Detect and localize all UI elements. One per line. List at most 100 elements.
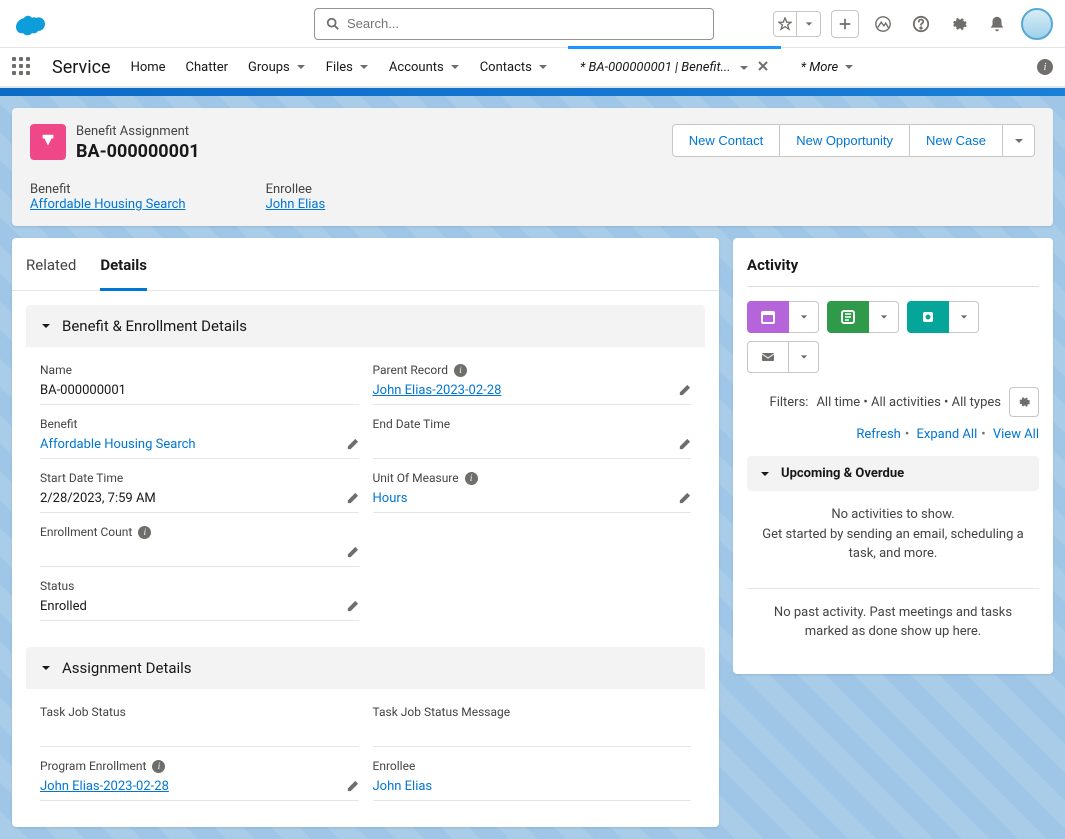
program-enrollment-link[interactable]: John Elias-2023-02-28 — [40, 779, 169, 794]
chevron-down-icon — [759, 468, 771, 480]
edit-pencil-icon[interactable] — [346, 780, 359, 797]
edit-pencil-icon[interactable] — [346, 492, 359, 509]
field-label: Benefit — [30, 182, 186, 197]
email-dropdown[interactable] — [789, 341, 819, 373]
activity-filters: Filters: All time • All activities • All… — [747, 387, 1039, 417]
call-dropdown[interactable] — [949, 301, 979, 333]
refresh-link[interactable]: Refresh — [856, 427, 900, 442]
nav-files[interactable]: Files — [326, 47, 369, 87]
object-label: Benefit Assignment — [76, 124, 200, 139]
expand-all-link[interactable]: Expand All — [916, 427, 977, 442]
favorites-dropdown[interactable] — [797, 11, 821, 37]
user-avatar[interactable] — [1021, 8, 1053, 40]
add-button[interactable] — [831, 10, 859, 38]
global-search — [314, 8, 714, 40]
chevron-down-icon[interactable] — [739, 63, 749, 73]
view-all-link[interactable]: View All — [993, 427, 1039, 442]
field-enrollment-count: Enrollment Counti — [40, 519, 359, 573]
chevron-down-icon — [450, 62, 460, 72]
nav-contacts[interactable]: Contacts — [480, 47, 548, 87]
nav-chatter[interactable]: Chatter — [186, 47, 229, 87]
section-header[interactable]: Assignment Details — [26, 647, 705, 689]
more-actions-dropdown[interactable] — [1003, 124, 1035, 157]
field-end-date: End Date Time — [373, 411, 692, 465]
nav-home[interactable]: Home — [131, 47, 166, 87]
edit-pencil-icon[interactable] — [346, 546, 359, 563]
header-field-benefit: Benefit Affordable Housing Search — [30, 182, 186, 212]
section-header[interactable]: Benefit & Enrollment Details — [26, 305, 705, 347]
field-name: Name BA-000000001 — [40, 357, 359, 411]
field-label: Enrollee — [266, 182, 326, 197]
field-start-date: Start Date Time 2/28/2023, 7:59 AM — [40, 465, 359, 519]
tab-related[interactable]: Related — [26, 256, 76, 290]
new-event-button[interactable] — [747, 301, 789, 333]
chevron-down-icon — [359, 62, 369, 72]
event-dropdown[interactable] — [789, 301, 819, 333]
benefit-link[interactable]: Affordable Housing Search — [40, 431, 359, 459]
activity-links: Refresh• Expand All• View All — [747, 427, 1039, 442]
section-benefit-enrollment: Benefit & Enrollment Details Name BA-000… — [26, 305, 705, 633]
field-program-enrollment: Program Enrollmenti John Elias-2023-02-2… — [40, 753, 359, 807]
section-assignment-details: Assignment Details Task Job Status Task … — [26, 647, 705, 813]
enrollee-link[interactable]: John Elias — [373, 773, 692, 801]
email-button[interactable] — [747, 341, 789, 373]
task-dropdown[interactable] — [869, 301, 899, 333]
new-case-button[interactable]: New Case — [910, 124, 1003, 157]
record-header: Benefit Assignment BA-000000001 New Cont… — [12, 108, 1053, 226]
app-name: Service — [52, 57, 111, 78]
enrollee-link[interactable]: John Elias — [266, 197, 326, 212]
field-enrollee: Enrollee John Elias — [373, 753, 692, 807]
record-tabs: Related Details — [12, 238, 719, 291]
header-actions: New Contact New Opportunity New Case — [672, 124, 1035, 157]
chevron-down-icon — [40, 662, 52, 674]
info-icon[interactable]: i — [152, 760, 165, 773]
no-activities-message: No activities to show. Get started by se… — [747, 491, 1039, 578]
log-call-button[interactable] — [907, 301, 949, 333]
chevron-down-icon — [40, 320, 52, 332]
setup-gear-icon[interactable] — [945, 10, 973, 38]
field-unit-of-measure: Unit Of Measurei Hours — [373, 465, 692, 519]
nav-accounts[interactable]: Accounts — [389, 47, 460, 87]
edit-pencil-icon[interactable] — [678, 384, 691, 401]
global-header — [0, 0, 1065, 48]
edit-pencil-icon[interactable] — [346, 600, 359, 617]
chevron-down-icon — [844, 62, 854, 72]
nav-groups[interactable]: Groups — [248, 47, 306, 87]
header-field-enrollee: Enrollee John Elias — [266, 182, 326, 212]
new-contact-button[interactable]: New Contact — [672, 124, 780, 157]
field-status: Status Enrolled — [40, 573, 359, 627]
upcoming-overdue-header[interactable]: Upcoming & Overdue — [747, 456, 1039, 491]
nav-more[interactable]: * More — [801, 60, 855, 75]
new-task-button[interactable] — [827, 301, 869, 333]
edit-pencil-icon[interactable] — [678, 492, 691, 509]
uom-link[interactable]: Hours — [373, 485, 692, 513]
favorites-group — [773, 11, 821, 37]
activity-title: Activity — [747, 256, 1039, 287]
app-nav: Service Home Chatter Groups Files Accoun… — [0, 48, 1065, 88]
app-launcher-icon[interactable] — [12, 57, 32, 77]
filter-settings-icon[interactable] — [1009, 387, 1039, 417]
trailhead-icon[interactable] — [869, 10, 897, 38]
chevron-down-icon — [538, 62, 548, 72]
close-tab-icon[interactable] — [757, 60, 769, 76]
favorite-button[interactable] — [773, 11, 797, 37]
info-icon[interactable]: i — [138, 526, 151, 539]
activity-composer — [747, 301, 1039, 373]
new-opportunity-button[interactable]: New Opportunity — [780, 124, 910, 157]
parent-record-link[interactable]: John Elias-2023-02-28 — [373, 383, 502, 398]
edit-pencil-icon[interactable] — [346, 438, 359, 455]
search-input[interactable] — [314, 8, 714, 40]
info-icon[interactable]: i — [1037, 59, 1053, 75]
activity-panel: Activity Fi — [733, 238, 1053, 674]
edit-pencil-icon[interactable] — [678, 438, 691, 455]
details-panel: Related Details Benefit & Enrollment Det… — [12, 238, 719, 827]
field-parent-record: Parent Recordi John Elias-2023-02-28 — [373, 357, 692, 411]
workspace-tab-active[interactable]: * BA-000000001 | Benefit... — [568, 46, 781, 86]
benefit-link[interactable]: Affordable Housing Search — [30, 197, 186, 212]
info-icon[interactable]: i — [454, 364, 467, 377]
help-icon[interactable] — [907, 10, 935, 38]
notifications-bell-icon[interactable] — [983, 10, 1011, 38]
tab-details[interactable]: Details — [100, 256, 147, 291]
info-icon[interactable]: i — [465, 472, 478, 485]
field-task-job-status: Task Job Status — [40, 699, 359, 753]
